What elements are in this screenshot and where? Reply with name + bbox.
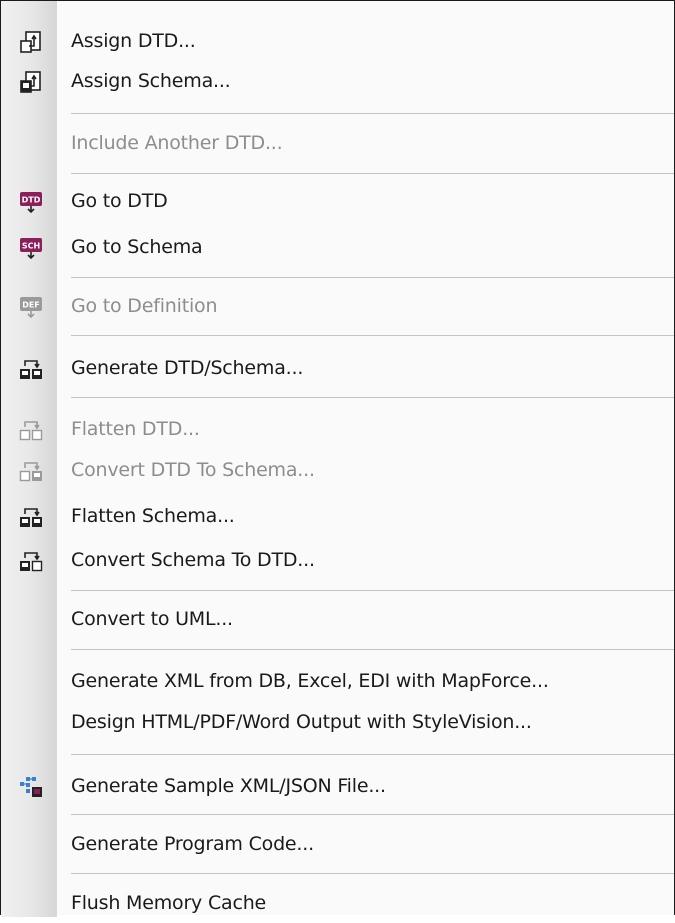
menu-item-label: Generate Sample XML/JSON File... [71, 775, 386, 797]
flatten-icon [19, 421, 43, 441]
menu-item-label: Generate DTD/Schema... [71, 357, 304, 379]
menu-item-convert-dtd-to-schema[interactable]: Convert DTD To Schema... [1, 450, 674, 490]
assign-doc-icon [20, 71, 41, 93]
generate-icon [20, 360, 42, 379]
separator [71, 590, 674, 591]
menu-item-label: Go to Schema [71, 236, 203, 258]
menu-item-label: Convert DTD To Schema... [71, 459, 315, 481]
menu-item-label: Design HTML/PDF/Word Output with StyleVi… [71, 711, 532, 733]
menu-item-generate-sample-xml[interactable]: Generate Sample XML/JSON File... [1, 766, 674, 806]
svg-text:SCH: SCH [22, 242, 40, 251]
menu-item-label: Convert to UML... [71, 608, 233, 630]
menu-item-go-to-dtd[interactable]: DTD Go to DTD [1, 181, 674, 221]
menu-item-go-to-definition[interactable]: DEF Go to Definition [1, 286, 674, 326]
menu-item-label: Convert Schema To DTD... [71, 549, 315, 571]
sample-xml-icon [20, 777, 42, 797]
menu-item-label: Flatten Schema... [71, 505, 235, 527]
separator [71, 335, 674, 336]
menu-item-label: Generate Program Code... [71, 833, 314, 855]
menu-item-flatten-dtd[interactable]: Flatten DTD... [1, 409, 674, 449]
menu-item-assign-dtd[interactable]: Assign DTD... [1, 21, 674, 61]
svg-text:DTD: DTD [22, 196, 41, 205]
separator [71, 113, 674, 114]
context-menu: Assign DTD... Assign Schema... Include A… [0, 0, 675, 917]
menu-item-label: Include Another DTD... [71, 132, 283, 154]
convert-icon [19, 462, 42, 482]
menu-item-label: Go to DTD [71, 190, 168, 212]
menu-item-label: Assign DTD... [71, 30, 196, 52]
menu-item-go-to-schema[interactable]: SCH Go to Schema [1, 227, 674, 267]
menu-item-label: Flush Memory Cache [71, 892, 267, 914]
separator [71, 873, 674, 874]
def-icon: DEF [20, 297, 42, 319]
menu-item-label: Go to Definition [71, 295, 218, 317]
separator [71, 649, 674, 650]
separator [71, 397, 674, 398]
sch-icon: SCH [20, 238, 42, 260]
menu-item-flush-memory-cache[interactable]: Flush Memory Cache [1, 883, 674, 923]
separator [71, 173, 674, 174]
assign-doc-icon [20, 31, 41, 53]
separator [71, 814, 674, 815]
separator [71, 754, 674, 755]
menu-item-mapforce[interactable]: Generate XML from DB, Excel, EDI with Ma… [1, 661, 674, 701]
menu-item-include-another-dtd[interactable]: Include Another DTD... [1, 123, 674, 163]
menu-item-stylevision[interactable]: Design HTML/PDF/Word Output with StyleVi… [1, 702, 674, 742]
menu-item-label: Assign Schema... [71, 70, 231, 92]
menu-item-convert-schema-to-dtd[interactable]: Convert Schema To DTD... [1, 540, 674, 580]
menu-item-assign-schema[interactable]: Assign Schema... [1, 61, 674, 101]
menu-item-generate-program-code[interactable]: Generate Program Code... [1, 824, 674, 864]
menu-item-generate-dtd-schema[interactable]: Generate DTD/Schema... [1, 348, 674, 388]
svg-text:DEF: DEF [22, 301, 40, 310]
menu-item-label: Flatten DTD... [71, 418, 200, 440]
convert-icon [20, 552, 43, 572]
menu-item-label: Generate XML from DB, Excel, EDI with Ma… [71, 670, 549, 692]
menu-item-flatten-schema[interactable]: Flatten Schema... [1, 496, 674, 536]
dtd-icon: DTD [20, 192, 42, 214]
menu-item-convert-to-uml[interactable]: Convert to UML... [1, 599, 674, 639]
separator [71, 277, 674, 278]
flatten-icon [20, 508, 42, 527]
